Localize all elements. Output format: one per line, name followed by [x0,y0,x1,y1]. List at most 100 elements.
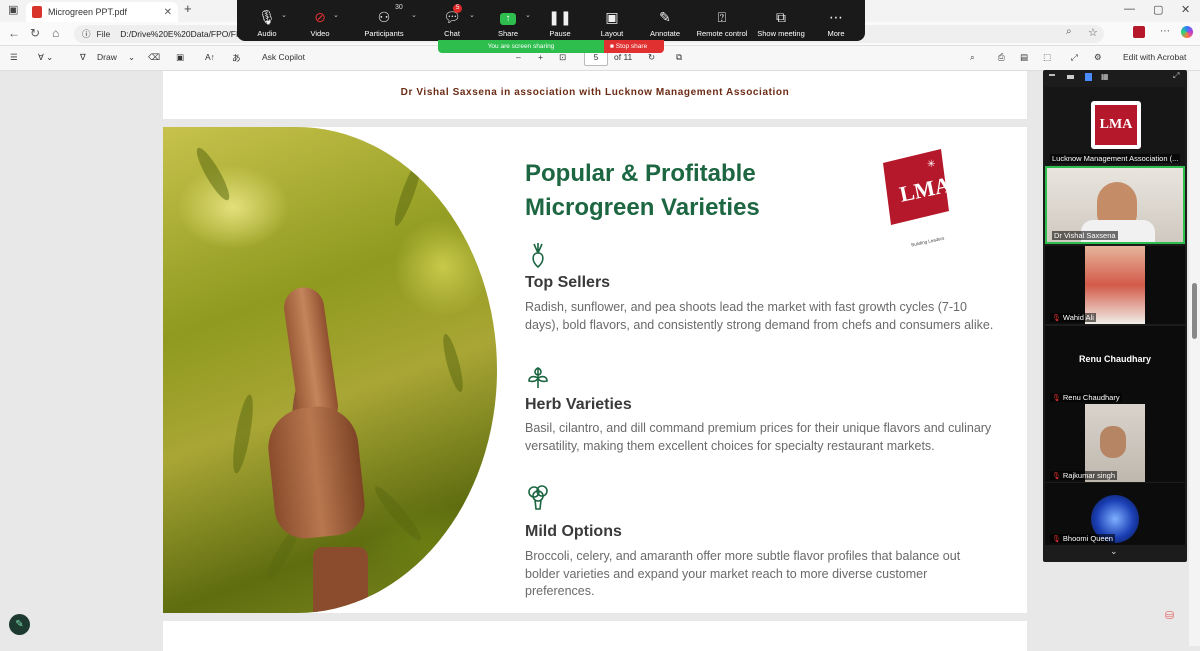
maximize-icon[interactable]: ▢ [1153,3,1163,16]
sharing-status-text: You are screen sharing [487,43,555,50]
tab-actions-icon[interactable]: ▣ [8,3,18,16]
audio-button[interactable]: 🎙︎ Audio [251,0,283,41]
edit-with-acrobat-button[interactable]: Edit with Acrobat [1123,52,1186,62]
zoom-search-icon[interactable]: ⌕ [1066,26,1072,37]
participants-count: 30 [395,4,403,11]
fullscreen-icon[interactable]: ⤢ [1071,52,1078,63]
speaker-view-icon[interactable] [1067,75,1074,79]
refresh-icon[interactable]: ↻ [30,26,40,40]
share-button[interactable]: ↑ Share [495,0,521,41]
layout-button[interactable]: ▣ Layout [597,0,627,41]
show-meeting-icon: ⧉ [776,9,786,25]
stop-share-label: Stop share [615,43,648,50]
minimize-panel-icon[interactable] [1049,74,1055,76]
herb-icon [528,367,548,388]
draw-dropdown-icon[interactable]: ⌄ [128,52,135,63]
document-scrollbar[interactable] [1189,71,1200,646]
save-icon[interactable]: ▤ [1020,52,1028,63]
participant-tile[interactable]: Renu Chaudhary 🎙︎ Renu Chaudhary [1045,326,1185,404]
section-heading-herb-varieties: Herb Varieties [525,396,632,413]
eraser-icon[interactable]: ⌫ [148,52,160,63]
participant-tile[interactable]: 🎙︎ Rajkumar singh [1045,404,1185,482]
pause-button[interactable]: ❚❚ Pause [547,0,573,41]
read-aloud-icon[interactable]: A↑ [205,52,215,62]
more-button[interactable]: ⋯ More [823,0,849,41]
new-tab-button[interactable]: + [184,1,192,16]
save-as-icon[interactable]: ⬚ [1043,52,1051,63]
audio-options-icon[interactable]: ⌄ [281,11,287,19]
more-label: More [827,29,845,38]
share-label: Share [497,29,518,38]
page-view-icon[interactable]: ⧉ [676,52,682,63]
mouse-icon: ⍰ [717,9,727,25]
translate-icon[interactable]: あ [232,52,241,64]
chat-options-icon[interactable]: ⌄ [469,11,475,19]
extensions-icon[interactable]: ⋯ [1160,26,1170,37]
scroll-down-icon[interactable]: ⌄ [1110,546,1118,557]
section-body-herb-varieties: Basil, cilantro, and dill command premiu… [525,421,992,453]
participant-tile[interactable]: 🎙︎ Wahid Ali [1045,246,1185,324]
pdf-page-slide: Popular & Profitable Microgreen Varietie… [163,127,1027,613]
section-body-top-sellers: Radish, sunflower, and pea shoots lead t… [525,300,994,332]
mic-muted-icon: 🎙︎ [1052,315,1061,322]
draw-icon[interactable]: ∇ [80,52,86,63]
participants-icon: ⚇ [377,9,391,25]
pdf-page-header: Dr Vishal Saxsena in association with Lu… [163,71,1027,119]
home-icon[interactable]: ⌂ [52,26,59,40]
video-options-icon[interactable]: ⌄ [333,11,339,19]
participant-tile-active-speaker[interactable]: Dr Vishal Saxsena [1045,166,1185,244]
highlight-icon[interactable]: ∀ ⌄ [38,52,53,63]
lma-extension-icon[interactable] [1133,26,1145,38]
section-body-mild-options: Broccoli, celery, and amaranth offer mor… [525,549,961,598]
pdf-page-next [163,621,1027,651]
lma-logo: LMA ✳ [883,149,949,225]
layout-label: Layout [600,29,624,38]
zoom-out-button[interactable]: – [516,52,521,62]
text-box-icon[interactable]: ▣ [176,52,184,63]
pause-label: Pause [549,29,571,38]
search-icon[interactable]: ⌕ [970,52,975,63]
favorite-star-icon[interactable]: ☆ [1088,26,1098,39]
tab-microgreen-pdf[interactable]: Microgreen PPT.pdf ✕ [26,2,178,22]
section-heading-mild-options: Mild Options [525,523,622,540]
tab-title: Microgreen PPT.pdf [48,7,128,17]
acrobat-icon[interactable]: ⛁ [1165,609,1179,623]
annotate-button[interactable]: ✎ Annotate [647,0,683,41]
remote-control-label: Remote control [696,29,748,38]
copilot-icon[interactable] [1181,26,1193,38]
info-icon[interactable]: ⓘ [82,28,91,40]
section-heading-top-sellers: Top Sellers [525,274,611,291]
fit-page-icon[interactable]: ⊡ [559,52,566,63]
stop-icon: ■ [610,43,614,50]
draw-button[interactable]: Draw [97,52,117,62]
close-tab-icon[interactable]: ✕ [164,7,172,18]
video-participants-panel: ▦ ⤢ LMA Lucknow Management Association (… [1043,70,1187,562]
minimize-icon[interactable]: — [1124,3,1135,15]
share-options-icon[interactable]: ⌄ [525,11,531,19]
participant-tile[interactable]: 🎙︎ Bhoomi Queen [1045,483,1185,545]
contents-icon[interactable]: ☰ [10,52,18,63]
video-button[interactable]: ⊘ Video [305,0,335,41]
settings-icon[interactable]: ⚙ [1094,52,1102,63]
close-window-icon[interactable]: ✕ [1181,3,1190,16]
remote-control-button[interactable]: ⍰ Remote control [695,0,749,41]
show-meeting-button[interactable]: ⧉ Show meeting [755,0,807,41]
stop-share-button[interactable]: ■ Stop share [604,40,664,53]
gallery-view-icon[interactable]: ▦ [1101,72,1109,81]
hand-in-leaves-photo [163,127,497,613]
draw-pen-button[interactable]: ✎ [9,614,30,635]
print-icon[interactable]: ⎙ [998,52,1005,63]
expand-panel-icon[interactable]: ⤢ [1173,71,1179,81]
ask-copilot-button[interactable]: Ask Copilot [262,52,305,62]
participants-options-icon[interactable]: ⌄ [411,11,417,19]
strip-view-icon[interactable] [1085,73,1092,81]
back-icon[interactable]: ← [8,26,20,40]
zoom-in-button[interactable]: + [538,52,543,62]
mic-muted-icon: 🎙︎ [1052,536,1061,543]
pdf-icon [32,6,42,18]
participant-name: Lucknow Management Association (... [1050,154,1181,163]
participant-tile[interactable]: LMA Lucknow Management Association (... [1045,87,1185,165]
scrollbar-thumb[interactable] [1192,283,1197,339]
rotate-icon[interactable]: ↻ [648,52,655,63]
pdf-document-area[interactable]: Dr Vishal Saxsena in association with Lu… [0,71,1040,651]
